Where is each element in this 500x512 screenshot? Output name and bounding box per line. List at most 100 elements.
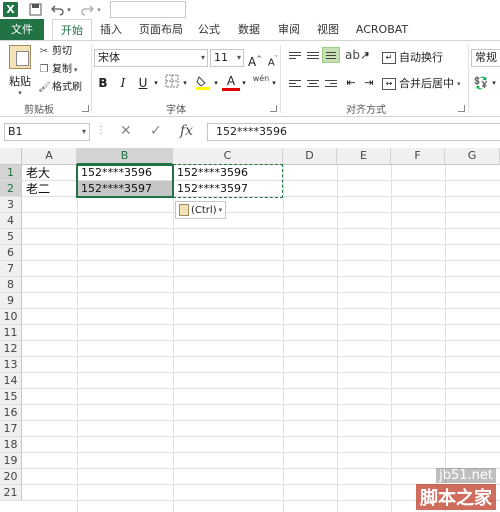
row-header-7[interactable]: 7: [0, 261, 22, 277]
gridline: [445, 165, 446, 512]
increase-indent-button[interactable]: ⇥: [360, 74, 378, 92]
tab-insert[interactable]: 插入: [95, 19, 127, 40]
tab-review[interactable]: 审阅: [273, 19, 305, 40]
row-header-10[interactable]: 10: [0, 309, 22, 325]
group-divider: [468, 45, 469, 113]
phonetic-button[interactable]: wén: [252, 74, 270, 92]
cell-a1[interactable]: 老大: [23, 165, 77, 181]
row-header-9[interactable]: 9: [0, 293, 22, 309]
row-header-12[interactable]: 12: [0, 341, 22, 357]
column-header-a[interactable]: A: [22, 148, 77, 165]
bold-button[interactable]: B: [94, 74, 112, 92]
row-header-13[interactable]: 13: [0, 357, 22, 373]
underline-button[interactable]: U: [134, 74, 152, 92]
tab-page-layout[interactable]: 页面布局: [133, 19, 189, 40]
tab-home[interactable]: 开始: [52, 19, 92, 40]
select-all-corner[interactable]: [0, 148, 22, 165]
row-header-3[interactable]: 3: [0, 197, 22, 213]
worksheet-grid[interactable]: A B C D E F G 1 2 3 4 5 6 7 8 9 10 11 12 13 14 15 16 17 1…: [0, 148, 500, 512]
align-middle-button[interactable]: [304, 47, 322, 63]
accounting-dropdown-icon[interactable]: ▾: [490, 74, 498, 92]
quick-access-field[interactable]: [110, 1, 186, 18]
font-size-select[interactable]: 11 ▾: [210, 49, 244, 67]
redo-icon[interactable]: [80, 2, 94, 17]
cancel-icon[interactable]: ✕: [120, 123, 132, 139]
enter-icon[interactable]: ✓: [150, 123, 162, 139]
row-header-18[interactable]: 18: [0, 437, 22, 453]
row-header-1[interactable]: 1: [0, 165, 22, 181]
row-header-15[interactable]: 15: [0, 389, 22, 405]
gridline: [391, 165, 392, 512]
font-launcher-icon[interactable]: [270, 105, 277, 112]
borders-dropdown-icon[interactable]: ▾: [181, 74, 189, 92]
ribbon-tabs: 文件 开始 插入 页面布局 公式 数据 审阅 视图 ACROBAT: [0, 19, 500, 40]
row-header-14[interactable]: 14: [0, 373, 22, 389]
row-header-16[interactable]: 16: [0, 405, 22, 421]
insert-function-icon[interactable]: fx: [180, 123, 193, 139]
save-icon[interactable]: [28, 2, 43, 17]
undo-dropdown-icon[interactable]: ▾: [64, 2, 74, 17]
grow-font-button[interactable]: A^: [246, 50, 264, 69]
row-header-8[interactable]: 8: [0, 277, 22, 293]
tab-formulas[interactable]: 公式: [193, 19, 225, 40]
alignment-launcher-icon[interactable]: [458, 105, 465, 112]
phonetic-dropdown-icon[interactable]: ▾: [270, 74, 278, 92]
fill-color-dropdown-icon[interactable]: ▾: [212, 74, 220, 92]
formula-input[interactable]: 152****3596: [207, 123, 500, 141]
row-header-20[interactable]: 20: [0, 469, 22, 485]
cell-a2[interactable]: 老二: [23, 181, 77, 197]
fill-color-button[interactable]: [194, 74, 212, 92]
column-header-c[interactable]: C: [173, 148, 283, 165]
accounting-format-button[interactable]: 💱: [472, 74, 490, 92]
row-header-6[interactable]: 6: [0, 245, 22, 261]
italic-button[interactable]: I: [114, 74, 132, 92]
column-header-d[interactable]: D: [283, 148, 337, 165]
column-header-b[interactable]: B: [77, 148, 173, 165]
row-header-19[interactable]: 19: [0, 453, 22, 469]
borders-button[interactable]: [163, 74, 181, 92]
number-format-select[interactable]: 常规: [471, 49, 500, 67]
clipboard-launcher-icon[interactable]: [82, 105, 89, 112]
font-group-label: 字体: [166, 105, 186, 116]
row-header-21[interactable]: 21: [0, 485, 22, 501]
decrease-indent-button[interactable]: ⇤: [342, 74, 360, 92]
column-header-g[interactable]: G: [445, 148, 500, 165]
copy-button[interactable]: ❐ 复制 ▾: [38, 62, 78, 78]
paste-options-label: (Ctrl): [191, 204, 217, 216]
undo-icon[interactable]: [50, 2, 64, 17]
align-left-button[interactable]: [286, 75, 304, 91]
tab-view[interactable]: 视图: [312, 19, 344, 40]
merge-center-button[interactable]: ↔ 合并后居中 ▾: [382, 75, 461, 93]
paste-options-button[interactable]: (Ctrl) ▾: [175, 201, 227, 219]
copy-icon: ❐: [39, 64, 49, 75]
align-bottom-button[interactable]: [322, 47, 340, 63]
tab-file[interactable]: 文件: [0, 19, 44, 40]
font-name-select[interactable]: 宋体 ▾: [94, 49, 208, 67]
orientation-button[interactable]: ab↗: [345, 46, 370, 64]
tab-acrobat[interactable]: ACROBAT: [352, 19, 412, 40]
tab-data[interactable]: 数据: [233, 19, 265, 40]
align-top-button[interactable]: [286, 47, 304, 63]
gridline: [77, 165, 78, 512]
column-header-f[interactable]: F: [391, 148, 445, 165]
font-color-button[interactable]: A: [222, 74, 240, 91]
align-right-button[interactable]: [322, 75, 340, 91]
underline-dropdown-icon[interactable]: ▾: [152, 74, 160, 92]
gridline: [22, 244, 500, 245]
cut-button[interactable]: ✂ 剪切: [38, 44, 72, 60]
paste-button[interactable]: 粘贴 ▾: [6, 45, 34, 97]
name-box[interactable]: B1 ▾: [4, 123, 90, 141]
orientation-dropdown-icon[interactable]: ▾: [363, 46, 371, 64]
format-painter-button[interactable]: 🖌 格式刷: [38, 80, 82, 96]
column-header-e[interactable]: E: [337, 148, 391, 165]
row-header-4[interactable]: 4: [0, 213, 22, 229]
align-center-button[interactable]: [304, 75, 322, 91]
chevron-down-icon: ▾: [200, 53, 205, 62]
row-header-5[interactable]: 5: [0, 229, 22, 245]
customize-qat-icon[interactable]: ▾: [94, 2, 104, 17]
row-header-11[interactable]: 11: [0, 325, 22, 341]
wrap-text-button[interactable]: ↵ 自动换行: [382, 49, 443, 67]
row-header-2[interactable]: 2: [0, 181, 22, 197]
font-color-dropdown-icon[interactable]: ▾: [240, 74, 248, 92]
row-header-17[interactable]: 17: [0, 421, 22, 437]
